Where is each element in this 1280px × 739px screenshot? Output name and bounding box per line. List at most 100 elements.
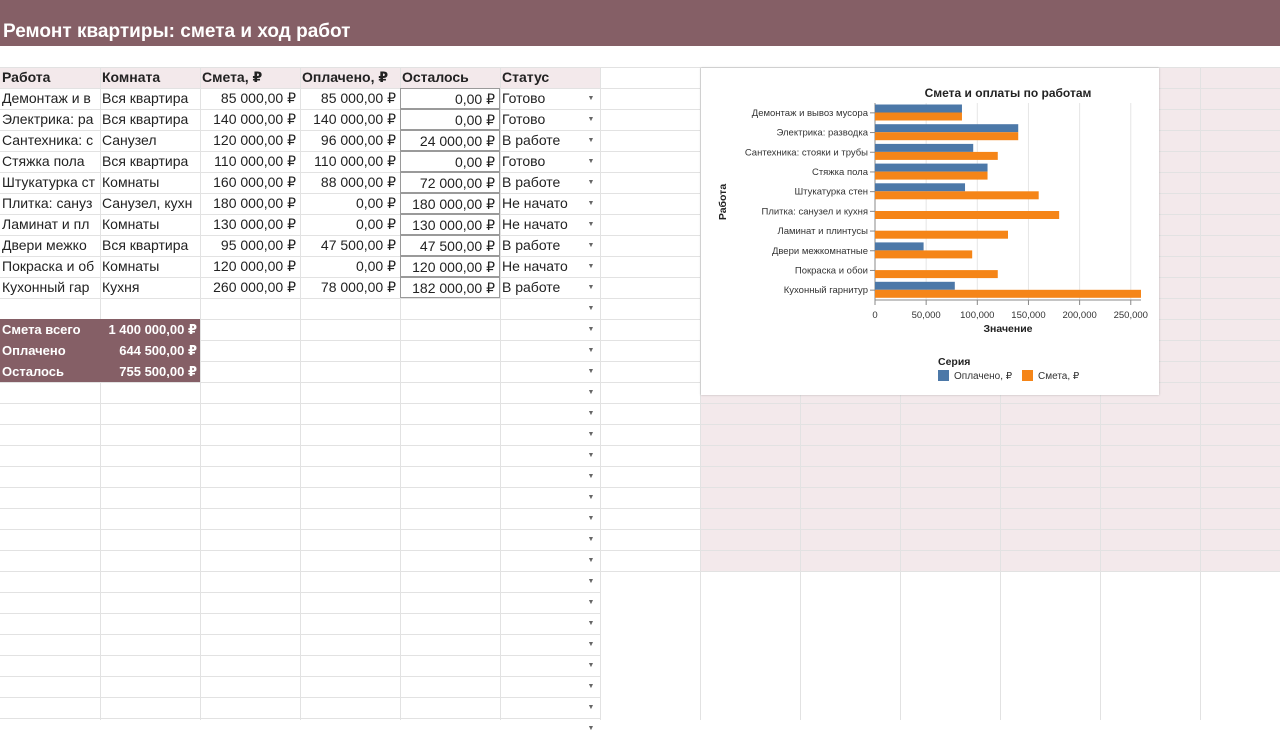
col-header-work[interactable]: Работа — [0, 67, 100, 88]
status-dropdown-icon[interactable]: ▼ — [586, 697, 596, 718]
summary-value: 1 400 000,00 ₽ — [100, 319, 200, 340]
status-dropdown-icon[interactable]: ▼ — [586, 214, 596, 235]
cell-room[interactable]: Вся квартира — [100, 235, 200, 256]
cell-left[interactable]: 72 000,00 ₽ — [400, 172, 500, 193]
cell-work[interactable]: Ламинат и пл — [0, 214, 100, 235]
cell-left[interactable]: 24 000,00 ₽ — [400, 130, 500, 151]
cell-room[interactable]: Вся квартира — [100, 88, 200, 109]
status-dropdown-icon[interactable]: ▼ — [586, 592, 596, 613]
status-dropdown-icon[interactable]: ▼ — [586, 655, 596, 676]
status-dropdown-icon[interactable]: ▼ — [586, 298, 596, 319]
cell-room[interactable]: Комнаты — [100, 172, 200, 193]
col-header-estimate[interactable]: Смета, ₽ — [200, 67, 300, 88]
status-dropdown-icon[interactable]: ▼ — [586, 529, 596, 550]
cell-work[interactable]: Штукатурка ст — [0, 172, 100, 193]
summary-value: 644 500,00 ₽ — [100, 340, 200, 361]
cell-status[interactable]: Готово — [500, 151, 600, 172]
cell-left[interactable]: 0,00 ₽ — [400, 109, 500, 130]
status-dropdown-icon[interactable]: ▼ — [586, 319, 596, 340]
status-dropdown-icon[interactable]: ▼ — [586, 277, 596, 298]
cell-left[interactable]: 130 000,00 ₽ — [400, 214, 500, 235]
status-dropdown-icon[interactable]: ▼ — [586, 172, 596, 193]
cell-status[interactable]: В работе — [500, 172, 600, 193]
status-dropdown-icon[interactable]: ▼ — [586, 445, 596, 466]
cell-left[interactable]: 120 000,00 ₽ — [400, 256, 500, 277]
status-dropdown-icon[interactable]: ▼ — [586, 676, 596, 697]
col-header-paid[interactable]: Оплачено, ₽ — [300, 67, 400, 88]
cell-room[interactable]: Санузел — [100, 130, 200, 151]
status-dropdown-icon[interactable]: ▼ — [586, 256, 596, 277]
cell-work[interactable]: Демонтаж и в — [0, 88, 100, 109]
col-header-room[interactable]: Комната — [100, 67, 200, 88]
cell-room[interactable]: Вся квартира — [100, 151, 200, 172]
cell-room[interactable]: Кухня — [100, 277, 200, 298]
status-dropdown-icon[interactable]: ▼ — [586, 130, 596, 151]
status-dropdown-icon[interactable]: ▼ — [586, 235, 596, 256]
col-header-left[interactable]: Осталось — [400, 67, 500, 88]
cell-status[interactable]: Готово — [500, 88, 600, 109]
status-dropdown-icon[interactable]: ▼ — [586, 340, 596, 361]
cell-estimate[interactable]: 130 000,00 ₽ — [200, 214, 300, 235]
cell-paid[interactable]: 110 000,00 ₽ — [300, 151, 400, 172]
cell-work[interactable]: Покраска и об — [0, 256, 100, 277]
cell-status[interactable]: В работе — [500, 130, 600, 151]
status-dropdown-icon[interactable]: ▼ — [586, 424, 596, 445]
status-dropdown-icon[interactable]: ▼ — [586, 571, 596, 592]
cell-status[interactable]: Не начато — [500, 193, 600, 214]
cell-status[interactable]: Готово — [500, 109, 600, 130]
cell-room[interactable]: Вся квартира — [100, 109, 200, 130]
cell-work[interactable]: Сантехника: с — [0, 130, 100, 151]
status-dropdown-icon[interactable]: ▼ — [586, 151, 596, 172]
cell-status[interactable]: В работе — [500, 277, 600, 298]
status-dropdown-icon[interactable]: ▼ — [586, 466, 596, 487]
cell-estimate[interactable]: 140 000,00 ₽ — [200, 109, 300, 130]
cell-status[interactable]: Не начато — [500, 256, 600, 277]
cell-paid[interactable]: 96 000,00 ₽ — [300, 130, 400, 151]
cell-estimate[interactable]: 160 000,00 ₽ — [200, 172, 300, 193]
cell-room[interactable]: Комнаты — [100, 256, 200, 277]
cell-work[interactable]: Кухонный гар — [0, 277, 100, 298]
cell-paid[interactable]: 47 500,00 ₽ — [300, 235, 400, 256]
status-dropdown-icon[interactable]: ▼ — [586, 109, 596, 130]
status-dropdown-icon[interactable]: ▼ — [586, 613, 596, 634]
status-dropdown-icon[interactable]: ▼ — [586, 382, 596, 403]
cell-room[interactable]: Комнаты — [100, 214, 200, 235]
status-dropdown-icon[interactable]: ▼ — [586, 487, 596, 508]
status-dropdown-icon[interactable]: ▼ — [586, 634, 596, 655]
cell-estimate[interactable]: 260 000,00 ₽ — [200, 277, 300, 298]
cell-work[interactable]: Двери межко — [0, 235, 100, 256]
cell-paid[interactable]: 140 000,00 ₽ — [300, 109, 400, 130]
cell-status[interactable]: В работе — [500, 235, 600, 256]
status-dropdown-icon[interactable]: ▼ — [586, 88, 596, 109]
cell-room[interactable]: Санузел, кухн — [100, 193, 200, 214]
cell-estimate[interactable]: 120 000,00 ₽ — [200, 256, 300, 277]
status-dropdown-icon[interactable]: ▼ — [586, 508, 596, 529]
col-header-status[interactable]: Статус — [500, 67, 600, 88]
cell-estimate[interactable]: 120 000,00 ₽ — [200, 130, 300, 151]
status-dropdown-icon[interactable]: ▼ — [586, 550, 596, 571]
cell-paid[interactable]: 0,00 ₽ — [300, 214, 400, 235]
cell-left[interactable]: 47 500,00 ₽ — [400, 235, 500, 256]
cell-estimate[interactable]: 95 000,00 ₽ — [200, 235, 300, 256]
cell-paid[interactable]: 78 000,00 ₽ — [300, 277, 400, 298]
cell-left[interactable]: 0,00 ₽ — [400, 88, 500, 109]
cell-status[interactable]: Не начато — [500, 214, 600, 235]
cell-work[interactable]: Плитка: сануз — [0, 193, 100, 214]
cell-left[interactable]: 0,00 ₽ — [400, 151, 500, 172]
cell-left[interactable]: 180 000,00 ₽ — [400, 193, 500, 214]
cell-paid[interactable]: 0,00 ₽ — [300, 256, 400, 277]
cell-work[interactable]: Электрика: ра — [0, 109, 100, 130]
status-dropdown-icon[interactable]: ▼ — [586, 193, 596, 214]
cell-paid[interactable]: 88 000,00 ₽ — [300, 172, 400, 193]
cell-left[interactable]: 182 000,00 ₽ — [400, 277, 500, 298]
cell-work[interactable]: Стяжка пола — [0, 151, 100, 172]
cell-estimate[interactable]: 85 000,00 ₽ — [200, 88, 300, 109]
cell-estimate[interactable]: 110 000,00 ₽ — [200, 151, 300, 172]
cell-paid[interactable]: 0,00 ₽ — [300, 193, 400, 214]
status-dropdown-icon[interactable]: ▼ — [586, 361, 596, 382]
status-dropdown-icon[interactable]: ▼ — [586, 718, 596, 739]
chart-card[interactable]: Смета и оплаты по работам 0 50,000 100,000 1… — [701, 68, 1159, 395]
cell-paid[interactable]: 85 000,00 ₽ — [300, 88, 400, 109]
status-dropdown-icon[interactable]: ▼ — [586, 403, 596, 424]
cell-estimate[interactable]: 180 000,00 ₽ — [200, 193, 300, 214]
